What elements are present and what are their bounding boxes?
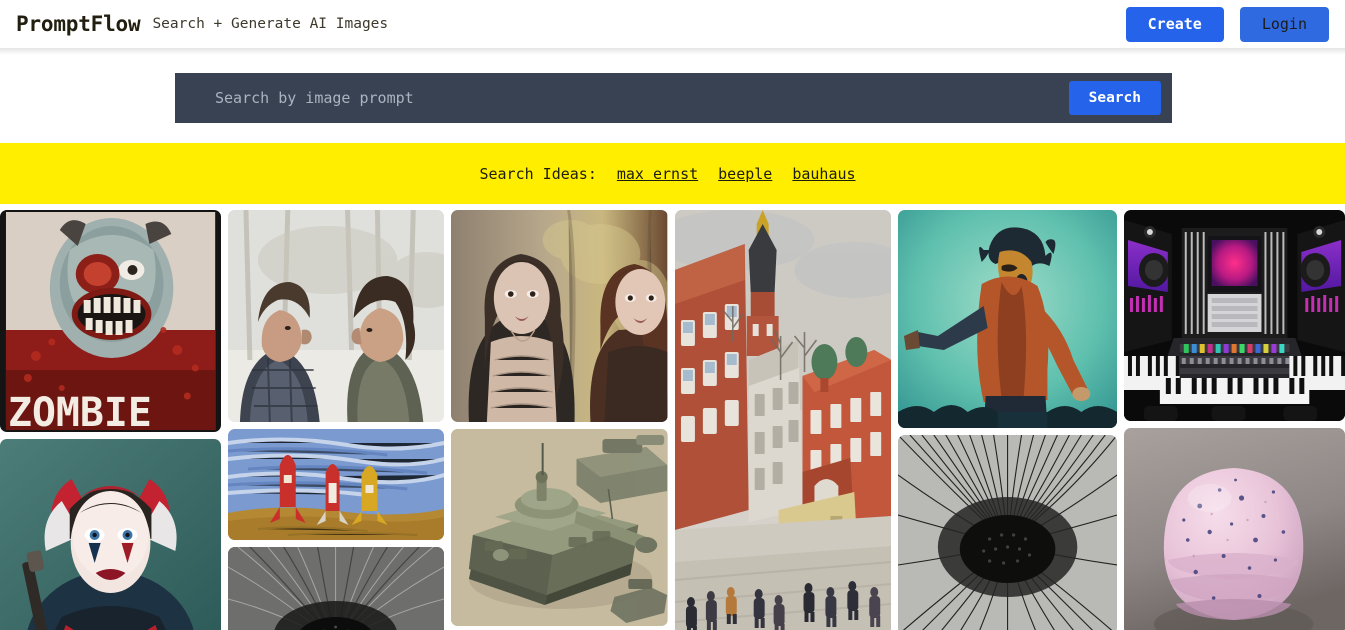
gallery-tile-kremlin-street-painting[interactable] [674, 210, 891, 630]
idea-link-beeple[interactable]: beeple [718, 165, 772, 183]
gallery-column [897, 210, 1117, 630]
app-tagline: Search + Generate AI Images [152, 16, 389, 32]
gallery-tile-music-studio-render[interactable] [1123, 210, 1345, 421]
idea-link-bauhaus[interactable]: bauhaus [792, 165, 855, 183]
idea-link-max-ernst[interactable]: max ernst [617, 165, 698, 183]
military-tank-render-image [451, 429, 668, 626]
gallery-column [451, 210, 668, 630]
app-header: PromptFlow Search + Generate AI Images C… [0, 0, 1345, 55]
music-studio-render-image [1123, 210, 1345, 421]
dark-fractal-tunnel-image [228, 547, 445, 630]
image-gallery: ZOMBIE [0, 204, 1345, 630]
black-line-vortex-image [897, 435, 1117, 630]
kremlin-street-painting-image [674, 210, 891, 630]
header-actions: Create Login [1125, 6, 1329, 42]
gallery-tile-harley-quinn-portrait[interactable] [0, 439, 222, 630]
harley-quinn-portrait-image [0, 439, 222, 630]
gallery-tile-pink-bath-bomb-photo[interactable] [1123, 428, 1345, 630]
gallery-tile-dark-fractal-tunnel[interactable] [228, 547, 445, 630]
gallery-column [228, 210, 445, 630]
gallery-column: ZOMBIE [0, 210, 222, 630]
search-input[interactable] [175, 73, 1069, 123]
zombie-movie-poster-image: ZOMBIE [0, 210, 222, 432]
gallery-tile-couple-in-snow-photo[interactable] [228, 210, 445, 422]
couple-in-snow-photo-image [228, 210, 445, 422]
gallery-column [674, 210, 891, 630]
pink-bath-bomb-photo-image [1123, 428, 1345, 630]
gallery-column [1123, 210, 1345, 630]
two-women-portrait-image [451, 210, 668, 422]
gallery-tile-crayon-rockets-drawing[interactable] [228, 429, 445, 540]
gallery-tile-teal-figure-silhouette[interactable] [897, 210, 1117, 428]
search-ideas-bar: Search Ideas: max ernst beeple bauhaus [0, 143, 1345, 204]
teal-figure-silhouette-image [897, 210, 1117, 428]
gallery-tile-black-line-vortex[interactable] [897, 435, 1117, 630]
search-button[interactable]: Search [1068, 81, 1161, 115]
search-ideas-label: Search Ideas: [479, 164, 597, 183]
create-button[interactable]: Create [1125, 6, 1224, 42]
login-button[interactable]: Login [1239, 6, 1329, 42]
gallery-tile-zombie-movie-poster[interactable]: ZOMBIE [0, 210, 222, 432]
gallery-tile-two-women-portrait[interactable] [451, 210, 668, 422]
search-section: Search [0, 48, 1345, 143]
crayon-rockets-drawing-image [228, 429, 445, 540]
app-logo: PromptFlow [16, 12, 141, 36]
svg-text:ZOMBIE: ZOMBIE [8, 390, 152, 432]
gallery-tile-military-tank-render[interactable] [451, 429, 668, 626]
search-bar: Search [175, 73, 1172, 123]
